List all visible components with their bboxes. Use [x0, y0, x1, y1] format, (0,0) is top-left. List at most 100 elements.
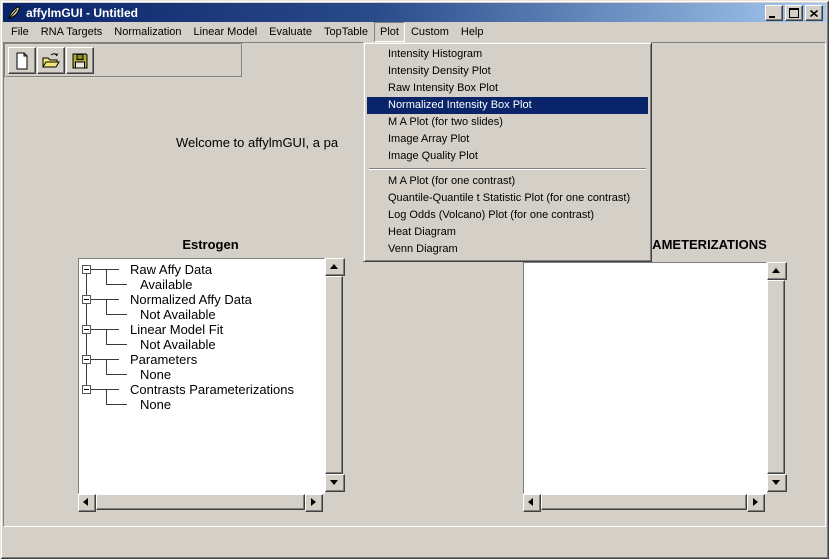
minimize-button[interactable] — [765, 5, 783, 21]
tree-expand-icon[interactable] — [82, 325, 91, 334]
left-horizontal-scrollbar[interactable] — [78, 494, 323, 510]
tree-connector — [106, 389, 107, 405]
tree-node-status[interactable]: None — [140, 397, 171, 412]
scrollbar-thumb[interactable] — [767, 280, 785, 474]
plot-menu-item-image-array-plot[interactable]: Image Array Plot — [367, 131, 648, 148]
scroll-right-button[interactable] — [747, 494, 765, 512]
plot-menu-item-log-odds-volcano-plot-for-one-contrast[interactable]: Log Odds (Volcano) Plot (for one contras… — [367, 207, 648, 224]
right-vertical-scrollbar[interactable] — [767, 262, 785, 492]
scroll-down-button[interactable] — [325, 474, 345, 492]
new-file-button[interactable] — [8, 47, 36, 74]
close-icon — [810, 10, 818, 17]
tree-node-label[interactable]: Raw Affy Data — [130, 262, 212, 277]
menubar-item-toptable[interactable]: TopTable — [318, 22, 374, 42]
tree-connector — [106, 269, 107, 285]
menubar: FileRNA TargetsNormalizationLinear Model… — [3, 22, 826, 42]
left-panel: Raw Affy DataAvailableNormalized Affy Da… — [78, 258, 343, 510]
tree-group-raw-affy-data: Raw Affy DataAvailable — [79, 262, 324, 292]
scroll-up-button[interactable] — [325, 258, 345, 276]
arrow-left-icon — [83, 498, 88, 506]
tree-node-label[interactable]: Normalized Affy Data — [130, 292, 252, 307]
tree-node-label[interactable]: Linear Model Fit — [130, 322, 223, 337]
tree-connector — [91, 329, 119, 330]
tree-connector — [106, 344, 127, 345]
tree-expand-icon[interactable] — [82, 355, 91, 364]
plot-menu-item-m-a-plot-for-two-slides[interactable]: M A Plot (for two slides) — [367, 114, 648, 131]
feather-icon — [6, 5, 22, 21]
plot-menu-item-venn-diagram[interactable]: Venn Diagram — [367, 241, 648, 258]
scrollbar-thumb[interactable] — [96, 494, 305, 510]
tree-connector — [91, 269, 119, 270]
plot-menu-item-intensity-histogram[interactable]: Intensity Histogram — [367, 46, 648, 63]
estrogen-listbox[interactable]: Raw Affy DataAvailableNormalized Affy Da… — [78, 258, 325, 494]
plot-menu-item-image-quality-plot[interactable]: Image Quality Plot — [367, 148, 648, 165]
tree-group-parameters: ParametersNone — [79, 352, 324, 382]
welcome-text: Welcome to affylmGUI, a pa — [176, 135, 338, 150]
menubar-item-custom[interactable]: Custom — [405, 22, 455, 42]
scrollbar-thumb[interactable] — [541, 494, 747, 510]
open-folder-icon — [41, 51, 61, 71]
scrollbar-thumb[interactable] — [325, 276, 343, 474]
tree-connector — [106, 404, 127, 405]
tree-connector — [106, 314, 127, 315]
tree-connector — [91, 389, 119, 390]
scroll-left-button[interactable] — [523, 494, 541, 512]
tree-node-label[interactable]: Contrasts Parameterizations — [130, 382, 294, 397]
menubar-item-evaluate[interactable]: Evaluate — [263, 22, 318, 42]
menubar-item-help[interactable]: Help — [455, 22, 490, 42]
plot-menu-item-heat-diagram[interactable]: Heat Diagram — [367, 224, 648, 241]
arrow-up-icon — [330, 264, 338, 269]
scroll-left-button[interactable] — [78, 494, 96, 512]
tree-connector — [91, 299, 119, 300]
close-button[interactable] — [805, 5, 823, 21]
tree-node-label[interactable]: Parameters — [130, 352, 197, 367]
tree-expand-icon[interactable] — [82, 295, 91, 304]
plot-menu-item-m-a-plot-for-one-contrast[interactable]: M A Plot (for one contrast) — [367, 173, 648, 190]
tree-connector — [106, 299, 107, 315]
menubar-item-rna-targets[interactable]: RNA Targets — [35, 22, 109, 42]
scroll-up-button[interactable] — [767, 262, 787, 280]
contrasts-listbox[interactable] — [523, 262, 767, 494]
titlebar: affylmGUI - Untitled — [3, 3, 826, 22]
tree-node-status[interactable]: Not Available — [140, 337, 216, 352]
plot-menu-item-intensity-density-plot[interactable]: Intensity Density Plot — [367, 63, 648, 80]
new-document-icon — [12, 51, 32, 71]
scroll-right-button[interactable] — [305, 494, 323, 512]
window-controls — [765, 5, 823, 21]
tree-group-linear-model-fit: Linear Model FitNot Available — [79, 322, 324, 352]
tree-expand-icon[interactable] — [82, 265, 91, 274]
arrow-right-icon — [753, 498, 758, 506]
plot-menu-item-normalized-intensity-box-plot[interactable]: Normalized Intensity Box Plot — [367, 97, 648, 114]
tree-connector — [106, 374, 127, 375]
tree-node-status[interactable]: None — [140, 367, 171, 382]
tree-group-normalized-affy-data: Normalized Affy DataNot Available — [79, 292, 324, 322]
plot-menu-item-quantile-quantile-t-statistic-plot-for-one-contrast[interactable]: Quantile-Quantile t Statistic Plot (for … — [367, 190, 648, 207]
save-file-button[interactable] — [66, 47, 94, 74]
tree-connector — [106, 359, 107, 375]
tree-expand-icon[interactable] — [82, 385, 91, 394]
menubar-item-file[interactable]: File — [5, 22, 35, 42]
arrow-down-icon — [772, 480, 780, 485]
toolbar — [4, 43, 243, 78]
plot-menu-item-raw-intensity-box-plot[interactable]: Raw Intensity Box Plot — [367, 80, 648, 97]
scroll-down-button[interactable] — [767, 474, 787, 492]
menu-separator — [369, 168, 646, 170]
menubar-item-plot[interactable]: Plot — [374, 22, 405, 42]
save-floppy-icon — [70, 51, 90, 71]
arrow-down-icon — [330, 480, 338, 485]
arrow-right-icon — [311, 498, 316, 506]
tree-node-status[interactable]: Not Available — [140, 307, 216, 322]
menubar-item-normalization[interactable]: Normalization — [108, 22, 187, 42]
right-horizontal-scrollbar[interactable] — [523, 494, 765, 510]
maximize-icon — [789, 8, 799, 18]
window-title: affylmGUI - Untitled — [26, 6, 138, 20]
tree-connector — [91, 359, 119, 360]
arrow-up-icon — [772, 268, 780, 273]
open-file-button[interactable] — [37, 47, 65, 74]
tree-connector — [106, 329, 107, 345]
maximize-button[interactable] — [785, 5, 803, 21]
tree-node-status[interactable]: Available — [140, 277, 193, 292]
left-vertical-scrollbar[interactable] — [325, 258, 343, 492]
menubar-item-linear-model[interactable]: Linear Model — [188, 22, 264, 42]
right-panel — [523, 262, 785, 508]
